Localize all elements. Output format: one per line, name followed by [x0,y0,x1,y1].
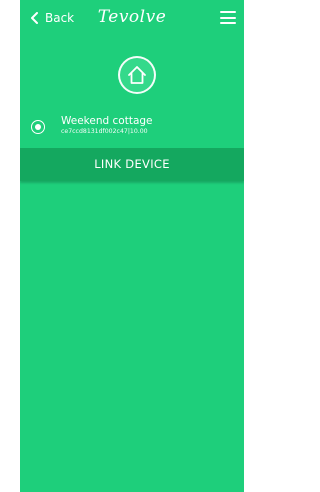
header-bar: Back Tevolve [20,0,244,46]
app-screen: Back Tevolve Weekend cottage ce7ccd8131d… [20,0,244,492]
link-device-button[interactable]: LINK DEVICE [20,148,244,181]
device-name: Weekend cottage [61,115,153,127]
menu-icon[interactable] [220,11,236,24]
brand-logo: Tevolve [97,7,167,27]
device-details: ce7ccd8131df002c47|10.00 [61,128,148,135]
device-radio-button[interactable] [31,120,45,134]
device-list-item[interactable]: Weekend cottage ce7ccd8131df002c47|10.00 [20,112,244,140]
home-icon [118,56,156,94]
